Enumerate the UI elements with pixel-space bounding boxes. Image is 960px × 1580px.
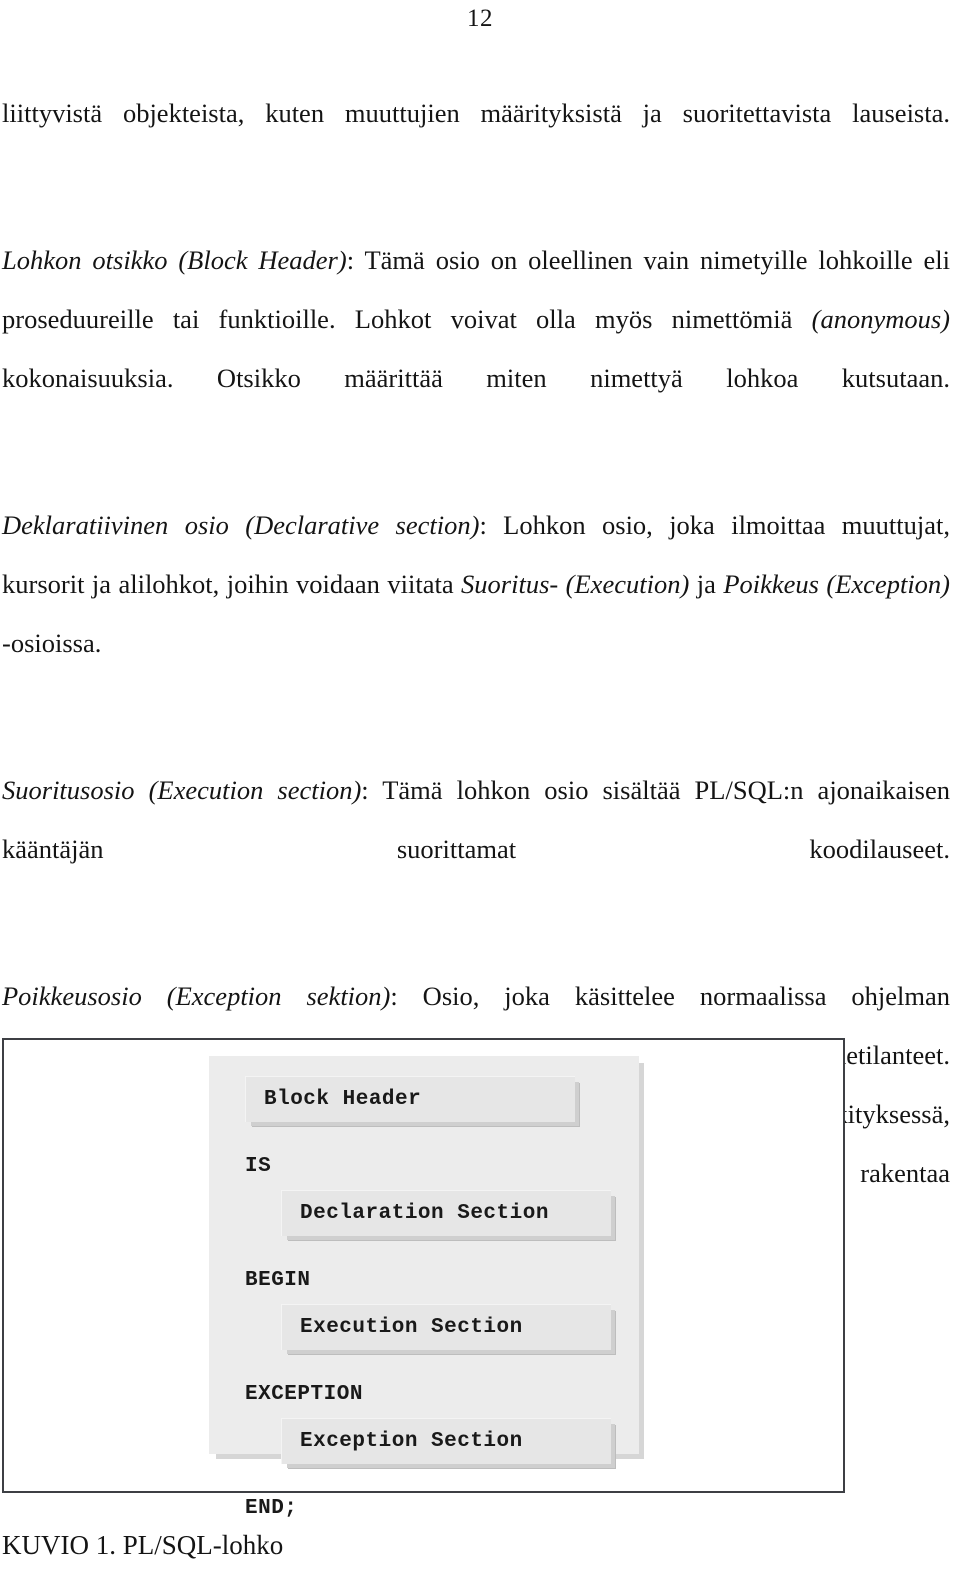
diagram-chip-label: Execution Section <box>300 1316 523 1339</box>
diagram-chip: Declaration Section <box>281 1190 611 1236</box>
text-run: ja <box>689 569 724 599</box>
text-run: (anonymous) <box>811 304 950 334</box>
diagram-chip-label: Block Header <box>264 1088 422 1111</box>
text-run: kokonaisuuksia. Otsikko määrittää miten … <box>2 363 950 393</box>
text-run: liittyvistä objekteista, kuten muuttujie… <box>2 98 950 128</box>
paragraph-declarative-section: Deklaratiivinen osio (Declarative sectio… <box>2 496 950 732</box>
text-run: Deklaratiivinen osio (Declarative sectio… <box>2 510 480 540</box>
diagram-chip-label: Exception Section <box>300 1430 523 1453</box>
diagram-keyword: EXCEPTION <box>245 1383 363 1406</box>
figure-caption: KUVIO 1. PL/SQL-lohko <box>2 1530 284 1560</box>
text-run: Poikkeus (Exception) <box>723 569 951 599</box>
text-run: -osioissa. <box>2 628 102 658</box>
text-run: Poikkeusosio (Exception sektion) <box>2 981 391 1011</box>
diagram-chip: Execution Section <box>281 1304 611 1350</box>
paragraph-block-header: Lohkon otsikko (Block Header): Tämä osio… <box>2 231 950 467</box>
document-page: 12 liittyvistä objekteista, kuten muuttu… <box>0 0 960 1580</box>
text-run: Suoritusosio (Execution section) <box>2 775 362 805</box>
paragraph-execution-section: Suoritusosio (Execution section): Tämä l… <box>2 761 950 938</box>
plsql-block-diagram: Block Header IS Declaration Section BEGIN Ex… <box>209 1056 639 1520</box>
diagram-chip-label: Declaration Section <box>300 1202 549 1225</box>
page-number: 12 <box>467 5 493 32</box>
text-run: Lohkon otsikko (Block Header) <box>2 245 347 275</box>
diagram-keyword: END; <box>245 1497 298 1520</box>
diagram-keyword: BEGIN <box>245 1269 311 1292</box>
diagram-keyword: IS <box>245 1155 272 1178</box>
figure-frame: Block Header IS Declaration Section BEGIN Ex… <box>2 1038 845 1520</box>
diagram-chip: Block Header <box>245 1076 575 1122</box>
text-run: Suoritus- (Execution) <box>461 569 690 599</box>
paragraph-intro-continuation: liittyvistä objekteista, kuten muuttujie… <box>2 84 950 202</box>
diagram-chip: Exception Section <box>281 1418 611 1464</box>
